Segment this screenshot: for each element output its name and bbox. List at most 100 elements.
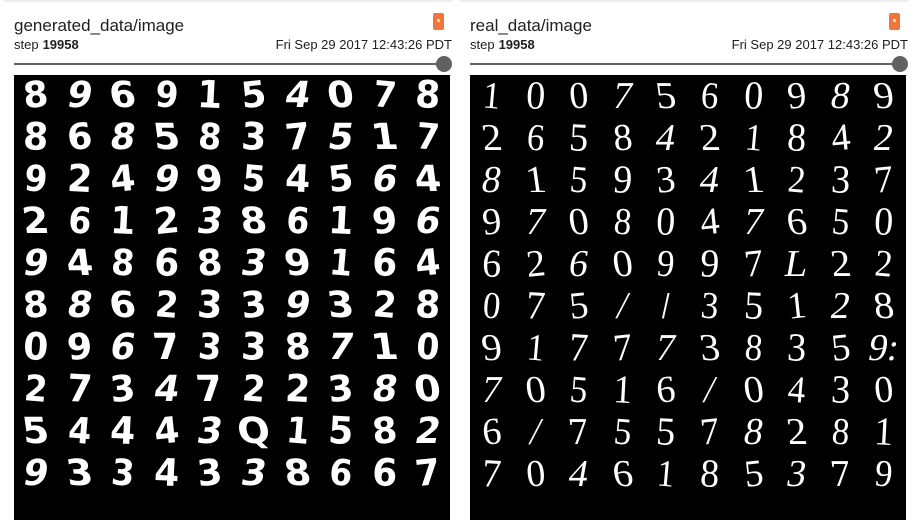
digit-cell: 0 bbox=[411, 369, 445, 410]
digit-cell: 2 bbox=[870, 117, 898, 159]
digit-cell: 7 bbox=[282, 115, 312, 160]
digit-cell: 3 bbox=[196, 283, 224, 328]
digit-cell: 1 bbox=[327, 242, 355, 285]
digit-cell: 3 bbox=[240, 325, 268, 370]
digit-cell: 6 bbox=[783, 201, 811, 243]
digit-cell: 7 bbox=[524, 283, 547, 329]
digit-cell: 9 bbox=[655, 242, 677, 286]
digit-cell: 6 bbox=[654, 368, 678, 412]
digit-cell: 8 bbox=[196, 116, 224, 159]
digit-cell: 0 bbox=[414, 326, 442, 369]
digit-cell: 8 bbox=[369, 409, 400, 454]
step-label: step bbox=[470, 37, 495, 52]
digit-cell: 5 bbox=[568, 158, 590, 202]
digit-cell: 1 bbox=[196, 75, 224, 118]
digit-cell: 0 bbox=[22, 325, 50, 370]
slider-track[interactable] bbox=[14, 63, 444, 65]
digit-cell: 6 bbox=[327, 452, 355, 495]
digit-cell: 1 bbox=[785, 284, 809, 328]
digit-cell: 1 bbox=[740, 159, 767, 201]
digit-cell: 6 bbox=[370, 241, 399, 286]
digit-cell: 0 bbox=[522, 369, 549, 411]
digit-cell: 4 bbox=[108, 157, 138, 202]
digit-cell: 4 bbox=[66, 410, 93, 453]
digit-cell: 0 bbox=[742, 75, 765, 119]
digit-cell: 9 bbox=[785, 75, 809, 118]
digit-cell: 0 bbox=[609, 243, 636, 285]
expand-button[interactable] bbox=[433, 13, 444, 30]
digit-cell: 0 bbox=[481, 284, 503, 328]
slider-knob[interactable] bbox=[892, 56, 908, 72]
digit-cell: 6 bbox=[284, 200, 311, 243]
digit-cell: 4 bbox=[828, 116, 853, 160]
digit-cell: 3 bbox=[696, 327, 723, 369]
step-value: 19958 bbox=[42, 37, 79, 52]
digit-cell: 3 bbox=[654, 158, 678, 202]
digit-cell: 5 bbox=[653, 75, 680, 117]
slider-knob[interactable] bbox=[436, 56, 452, 72]
digit-cell: 0 bbox=[567, 75, 591, 118]
step-row: step 19958 Fri Sep 29 2017 12:43:26 PDT bbox=[14, 37, 452, 53]
digit-cell: 4 bbox=[151, 409, 182, 454]
digit-cell: 9 bbox=[871, 75, 898, 117]
digit-cell: 3 bbox=[829, 157, 852, 203]
digit-cell: 1 bbox=[109, 199, 137, 244]
digit-cell: 5 bbox=[828, 326, 853, 370]
digit-cell: Q bbox=[234, 411, 273, 452]
digit-cell: 8 bbox=[237, 201, 270, 242]
digit-cell: 8 bbox=[281, 453, 314, 494]
digit-cell: 2 bbox=[65, 157, 94, 202]
digit-cell: 2 bbox=[412, 411, 445, 452]
digit-cell: 7 bbox=[698, 410, 722, 454]
digit-cell: 5 bbox=[150, 117, 183, 158]
digit-cell: 5 bbox=[327, 409, 355, 454]
digit-cell: 4 bbox=[283, 157, 312, 202]
timestamp: Fri Sep 29 2017 12:43:26 PDT bbox=[731, 37, 908, 52]
digit-cell: 6 bbox=[64, 115, 94, 160]
digit-cell: 3 bbox=[324, 285, 358, 326]
step-slider[interactable] bbox=[14, 55, 452, 73]
digit-cell: 8 bbox=[414, 283, 442, 328]
digit-cell: 6 bbox=[370, 451, 399, 496]
digit-cell: 5 bbox=[568, 115, 590, 161]
timestamp: Fri Sep 29 2017 12:43:26 PDT bbox=[275, 37, 452, 52]
digit-cell: 8 bbox=[21, 75, 51, 118]
slider-track[interactable] bbox=[470, 63, 900, 65]
digit-cell: 5 bbox=[830, 200, 852, 244]
digit-cell: 9 bbox=[480, 200, 504, 244]
digit-cell: 9 bbox=[369, 199, 400, 244]
digit-cell: 8 bbox=[742, 326, 764, 370]
digit-cell: 9 bbox=[873, 452, 895, 496]
digit-cell: 6 bbox=[481, 241, 503, 287]
digit-cell: 7 bbox=[741, 242, 766, 286]
digit-cell: 3 bbox=[239, 283, 269, 328]
real-data-card: real_data/image step 19958 Fri Sep 29 201… bbox=[460, 0, 908, 520]
digit-cell: 9: bbox=[865, 327, 903, 369]
digit-cell: 7 bbox=[65, 367, 94, 412]
digit-cell: 8 bbox=[195, 241, 225, 286]
digit-cell: 6 bbox=[66, 200, 93, 243]
digit-grid: 1007560989265842184281593412379708047650… bbox=[470, 75, 906, 520]
digit-cell: 0 bbox=[324, 75, 358, 116]
digit-cell: 0 bbox=[523, 452, 548, 496]
digit-cell: 0 bbox=[565, 201, 593, 243]
digit-cell: 8 bbox=[282, 325, 312, 370]
step-slider[interactable] bbox=[470, 55, 908, 73]
digit-cell: 5 bbox=[239, 75, 269, 118]
digit-cell: 7 bbox=[150, 327, 183, 368]
step-value: 19958 bbox=[498, 37, 535, 52]
digit-cell: 9 bbox=[64, 325, 94, 370]
digit-cell: 2 bbox=[827, 243, 854, 285]
digit-cell: 7 bbox=[414, 116, 442, 159]
digit-cell: 9 bbox=[281, 243, 314, 284]
digit-cell: 3 bbox=[108, 367, 138, 412]
expand-button[interactable] bbox=[889, 13, 900, 30]
digit-cell: 4 bbox=[411, 159, 445, 200]
digit-cell: 6 bbox=[152, 241, 181, 286]
card-title: real_data/image bbox=[470, 16, 592, 35]
digit-cell: / bbox=[657, 285, 675, 327]
digit-cell: 8 bbox=[699, 451, 721, 497]
digit-cell: 9 bbox=[22, 158, 50, 201]
digit-cell: 0 bbox=[873, 199, 895, 245]
digit-cell: 1 bbox=[524, 326, 546, 370]
